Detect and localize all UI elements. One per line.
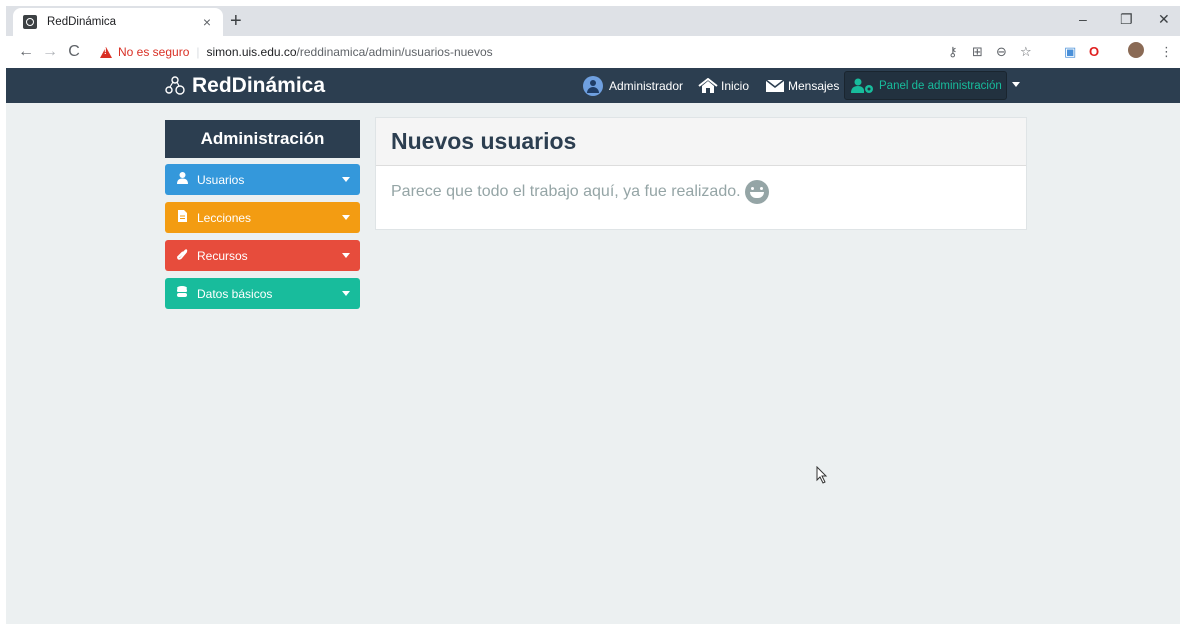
tab-strip: RedDinámica × + – ❐ ✕: [6, 6, 1180, 36]
panel-body: Parece que todo el trabajo aquí, ya fue …: [376, 166, 1026, 218]
brand-link[interactable]: RedDinámica: [164, 68, 325, 103]
sidebar-item-usuarios[interactable]: Usuarios: [165, 164, 360, 195]
nav-admin-panel-label: Panel de administración: [879, 79, 1002, 92]
close-window-button[interactable]: ✕: [1158, 11, 1170, 28]
site-favicon-icon: [23, 15, 37, 29]
restore-button[interactable]: ❐: [1120, 11, 1133, 28]
chevron-down-icon: [342, 291, 350, 296]
back-button[interactable]: ←: [14, 43, 38, 61]
reload-button[interactable]: C: [62, 43, 86, 61]
extension-icon[interactable]: ▣: [1064, 44, 1076, 60]
forward-button[interactable]: →: [38, 43, 62, 61]
url-domain: simon.uis.edu.co: [206, 45, 297, 59]
brand-logo-icon: [165, 75, 185, 95]
opera-icon[interactable]: O: [1089, 44, 1099, 59]
nav-admin-panel[interactable]: Panel de administración: [844, 71, 1007, 100]
user-avatar-icon: [583, 75, 603, 96]
sidebar-item-lecciones[interactable]: Lecciones: [165, 202, 360, 233]
file-icon: [175, 210, 189, 225]
browser-tab[interactable]: RedDinámica ×: [13, 8, 223, 36]
browser-toolbar: ← → C No es seguro | simon.uis.edu.co /r…: [6, 36, 1180, 68]
translate-icon[interactable]: ⊞: [972, 44, 983, 60]
chevron-down-icon: [342, 215, 350, 220]
new-tab-button[interactable]: +: [230, 10, 242, 33]
key-icon[interactable]: ⚷: [948, 44, 958, 60]
menu-icon[interactable]: ⋮: [1160, 44, 1173, 60]
empty-state-message: Parece que todo el trabajo aquí, ya fue …: [391, 183, 741, 200]
site-navbar: RedDinámica Administrador Inicio Mensaje…: [6, 68, 1180, 103]
nav-home-label: Inicio: [721, 78, 750, 93]
nav-home[interactable]: Inicio: [698, 68, 749, 103]
envelope-icon: [765, 78, 785, 92]
sidebar-item-label: Recursos: [197, 248, 248, 263]
nav-user[interactable]: Administrador: [583, 68, 683, 103]
nav-messages[interactable]: Mensajes: [765, 68, 839, 103]
mouse-cursor-icon: [816, 466, 828, 484]
browser-window: RedDinámica × + – ❐ ✕ ← → C No es seguro…: [6, 6, 1180, 624]
address-separator: |: [196, 45, 200, 59]
tab-title: RedDinámica: [47, 16, 117, 28]
tab-close-icon[interactable]: ×: [197, 14, 217, 30]
user-icon: [175, 172, 189, 187]
panel-heading: Nuevos usuarios: [376, 118, 1026, 166]
bookmark-star-icon[interactable]: ☆: [1020, 44, 1032, 60]
sidebar-item-datos-basicos[interactable]: Datos básicos: [165, 278, 360, 309]
security-status[interactable]: No es seguro: [118, 45, 189, 59]
chevron-down-icon: [342, 177, 350, 182]
new-users-panel: Nuevos usuarios Parece que todo el traba…: [375, 117, 1027, 230]
sidebar-item-label: Usuarios: [197, 172, 245, 187]
dropdown-caret-icon[interactable]: [1012, 82, 1020, 87]
home-icon: [698, 77, 718, 93]
sidebar-item-recursos[interactable]: Recursos: [165, 240, 360, 271]
smiley-icon: [744, 180, 769, 204]
sidebar-item-label: Lecciones: [197, 210, 252, 225]
brand-name: RedDinámica: [192, 73, 326, 97]
zoom-icon[interactable]: ⊖: [996, 44, 1007, 60]
url-path: /reddinamica/admin/usuarios-nuevos: [296, 45, 493, 59]
profile-avatar[interactable]: [1128, 42, 1144, 58]
user-cog-icon: [851, 78, 873, 93]
nav-user-label: Administrador: [609, 78, 684, 93]
sidebar-title: Administración: [165, 120, 360, 158]
nav-messages-label: Mensajes: [788, 78, 840, 93]
sidebar-item-label: Datos básicos: [197, 286, 273, 301]
chevron-down-icon: [342, 253, 350, 258]
database-icon: [175, 286, 189, 301]
warning-icon: [100, 46, 112, 58]
page-title: Nuevos usuarios: [391, 128, 577, 154]
minimize-button[interactable]: –: [1079, 11, 1087, 27]
paperclip-icon: [175, 248, 189, 263]
